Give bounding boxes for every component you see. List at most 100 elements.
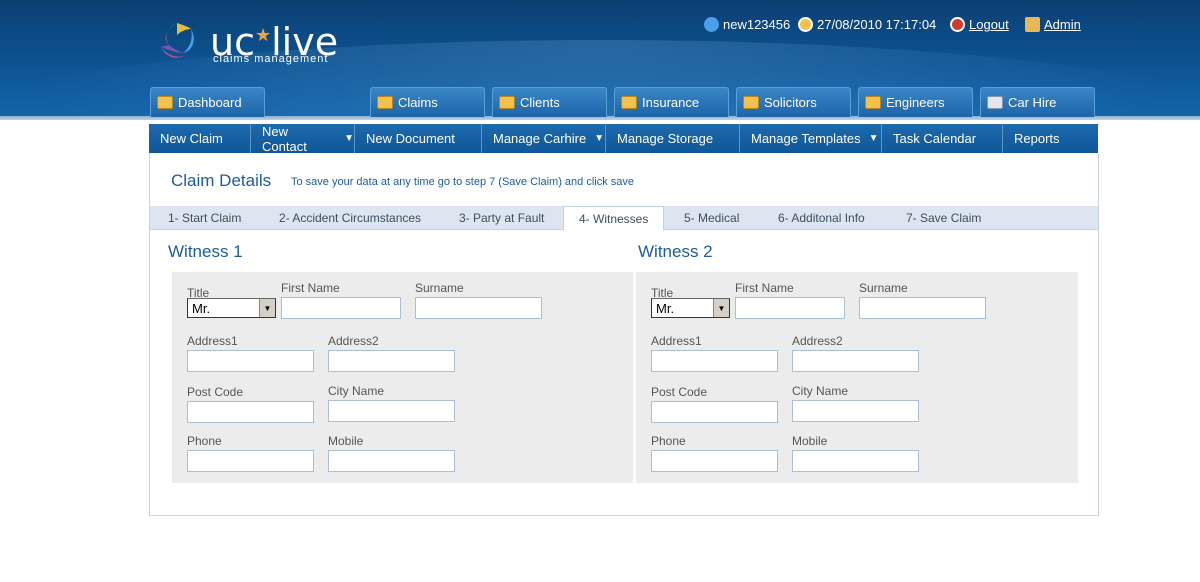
step-tabs: 1- Start Claim 2- Accident Circumstances… [150, 206, 1098, 231]
mobile-label: Mobile [328, 434, 364, 448]
address1-field[interactable] [187, 350, 314, 372]
dropdown-arrow-icon: ▼ [594, 133, 605, 144]
logout-link-wrap[interactable]: Logout [950, 17, 1009, 32]
chevron-down-icon: ▼ [259, 299, 275, 317]
username-label: new123456 [723, 17, 791, 32]
insurance-icon [621, 96, 637, 109]
title-select[interactable]: Mr. ▼ [187, 298, 276, 318]
nav-label: Manage Storage [617, 131, 714, 146]
tab-label: Engineers [886, 95, 945, 110]
surname-field[interactable] [415, 297, 542, 319]
address2-label: Address2 [328, 334, 379, 348]
mobile-field[interactable] [792, 450, 919, 472]
postcode-field[interactable] [187, 401, 314, 423]
nav-new-document[interactable]: New Document [355, 124, 482, 153]
nav-task-calendar[interactable]: Task Calendar [882, 124, 1003, 153]
nav-label: New Claim [160, 131, 223, 146]
nav-manage-carhire[interactable]: Manage Carhire ▼ [482, 124, 606, 153]
dropdown-arrow-icon: ▼ [868, 133, 879, 144]
address1-field[interactable] [651, 350, 778, 372]
step-save-claim[interactable]: 7- Save Claim [906, 206, 981, 230]
first-name-field[interactable] [735, 297, 845, 319]
step-start-claim[interactable]: 1- Start Claim [168, 206, 241, 230]
solicitors-icon [743, 96, 759, 109]
nav-label: New Document [366, 131, 455, 146]
city-label: City Name [328, 384, 385, 398]
admin-link[interactable]: Admin [1044, 17, 1081, 32]
car-icon [987, 96, 1003, 109]
user-icon [704, 17, 719, 32]
city-field[interactable] [328, 400, 455, 422]
step-additional-info[interactable]: 6- Additonal Info [778, 206, 865, 230]
tab-insurance[interactable]: Insurance [614, 87, 729, 117]
first-name-field[interactable] [281, 297, 401, 319]
phone-field[interactable] [651, 450, 778, 472]
tab-claims[interactable]: Claims [370, 87, 485, 117]
tab-clients[interactable]: Clients [492, 87, 607, 117]
logo-mark-icon [161, 23, 194, 58]
brand-tagline: claims management [213, 53, 329, 65]
first-name-label: First Name [281, 281, 340, 295]
nav-manage-templates[interactable]: Manage Templates ▼ [740, 124, 882, 153]
tab-label: Insurance [642, 95, 700, 110]
brand-logo[interactable]: uc★live claims management [153, 15, 343, 67]
phone-label: Phone [651, 434, 686, 448]
step-witnesses[interactable]: 4- Witnesses [563, 206, 665, 231]
engineers-icon [865, 96, 881, 109]
tab-dashboard[interactable]: Dashboard [150, 87, 265, 117]
power-icon [950, 17, 965, 32]
tab-solicitors[interactable]: Solicitors [736, 87, 851, 117]
nav-label: Manage Templates [751, 131, 861, 146]
nav-label: Task Calendar [893, 131, 977, 146]
address2-field[interactable] [792, 350, 919, 372]
clients-icon [499, 96, 515, 109]
tab-label: Car Hire [1008, 95, 1057, 110]
tab-label: Clients [520, 95, 560, 110]
page-title: Claim Details [171, 171, 272, 190]
surname-field[interactable] [859, 297, 986, 319]
nav-reports[interactable]: Reports [1003, 124, 1098, 153]
title-select-value: Mr. [192, 300, 211, 316]
first-name-label: First Name [735, 281, 794, 295]
step-accident-circumstances[interactable]: 2- Accident Circumstances [279, 206, 421, 230]
admin-link-wrap[interactable]: Admin [1025, 17, 1081, 32]
address1-label: Address1 [651, 334, 702, 348]
nav-label: New Contact [262, 123, 307, 154]
nav-new-claim[interactable]: New Claim [149, 124, 251, 153]
step-party-at-fault[interactable]: 3- Party at Fault [459, 206, 544, 230]
logout-link[interactable]: Logout [969, 17, 1009, 32]
tab-engineers[interactable]: Engineers [858, 87, 973, 117]
address2-label: Address2 [792, 334, 843, 348]
datetime-label: 27/08/2010 17:17:04 [817, 17, 937, 32]
nav-manage-storage[interactable]: Manage Storage [606, 124, 740, 153]
phone-field[interactable] [187, 450, 314, 472]
mobile-field[interactable] [328, 450, 455, 472]
phone-label: Phone [187, 434, 222, 448]
title-select[interactable]: Mr. ▼ [651, 298, 730, 318]
user-info: new123456 [704, 17, 790, 32]
surname-label: Surname [859, 281, 908, 295]
address2-field[interactable] [328, 350, 455, 372]
tab-car-hire[interactable]: Car Hire [980, 87, 1095, 117]
dashboard-icon [157, 96, 173, 109]
city-label: City Name [792, 384, 849, 398]
dropdown-arrow-icon: ▼ [344, 133, 354, 144]
chevron-down-icon: ▼ [713, 299, 729, 317]
tab-label: Solicitors [764, 95, 817, 110]
nav-new-contact[interactable]: New Contact ▼ [251, 123, 355, 154]
nav-label: Reports [1014, 131, 1060, 146]
step-medical[interactable]: 5- Medical [684, 206, 739, 230]
app-header: uc★live claims management new123456 27/0… [0, 0, 1200, 120]
city-field[interactable] [792, 400, 919, 422]
sub-navigation: New Claim New Contact ▼ New Document Mana… [149, 123, 1098, 154]
datetime-info: 27/08/2010 17:17:04 [798, 17, 936, 32]
address1-label: Address1 [187, 334, 238, 348]
clock-icon [798, 17, 813, 32]
surname-label: Surname [415, 281, 464, 295]
postcode-label: Post Code [187, 385, 244, 399]
witness-2-heading: Witness 2 [638, 242, 713, 261]
nav-label: Manage Carhire [493, 131, 587, 146]
mobile-label: Mobile [792, 434, 828, 448]
tab-label: Dashboard [178, 95, 242, 110]
postcode-field[interactable] [651, 401, 778, 423]
